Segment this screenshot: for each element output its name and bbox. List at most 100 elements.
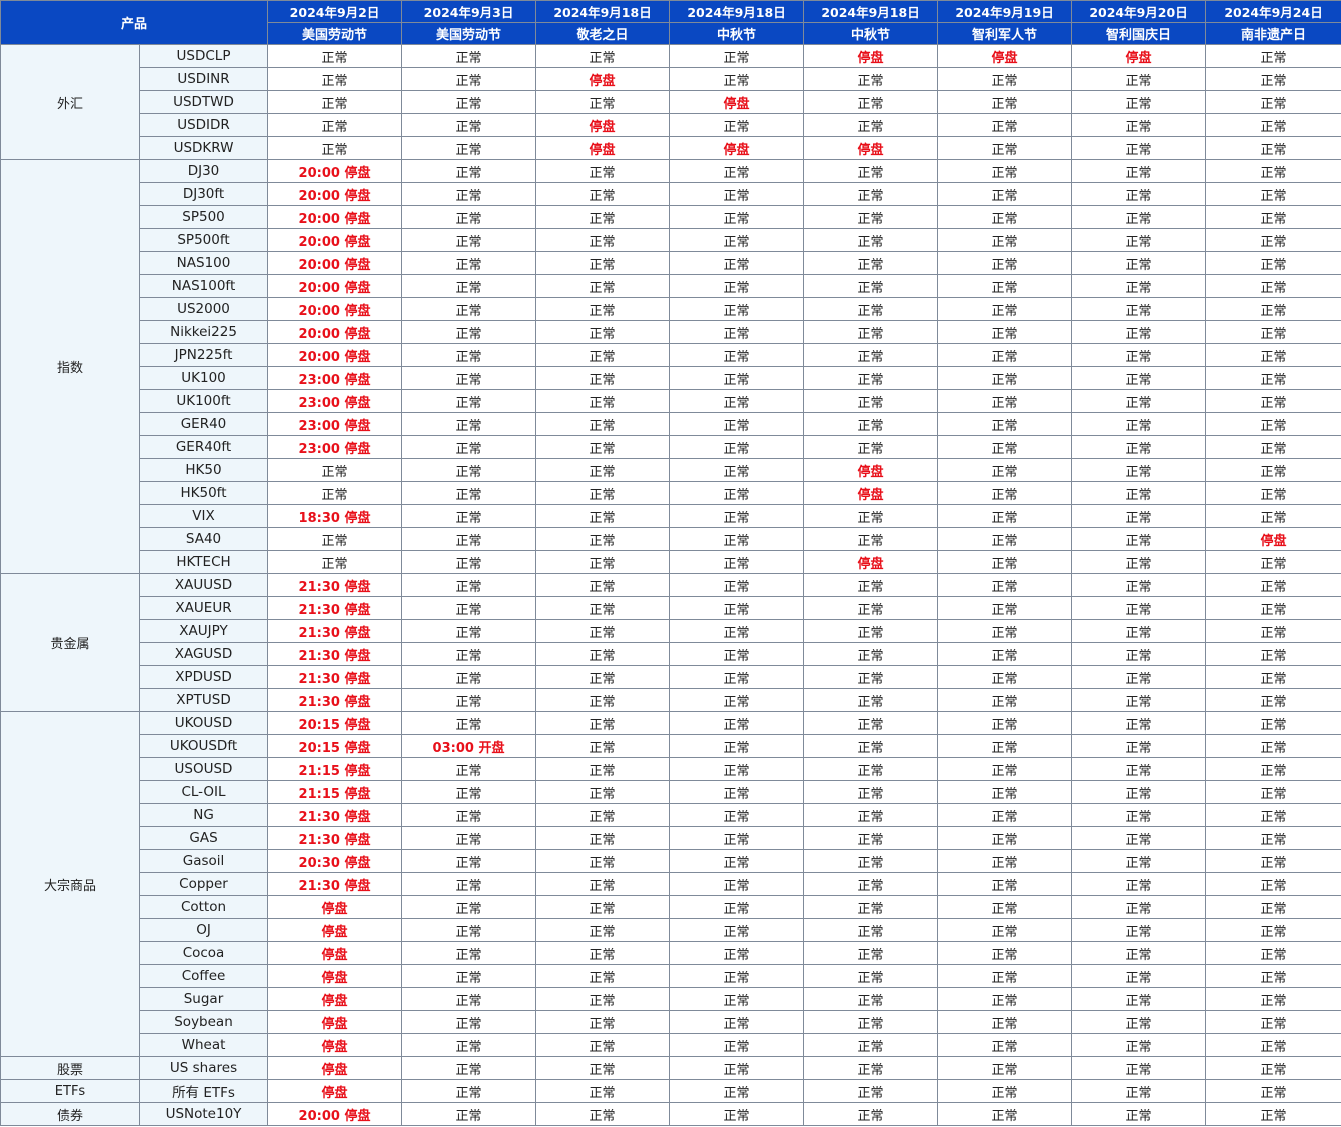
status-cell: 正常: [669, 44, 805, 68]
status-cell: 停盘: [535, 113, 671, 137]
product-cell: GAS: [138, 826, 269, 850]
status-cell: 停盘: [267, 918, 403, 942]
status-cell: 正常: [1205, 734, 1341, 758]
status-cell: 正常: [1071, 274, 1207, 298]
status-cell: 正常: [401, 527, 537, 551]
status-cell: 正常: [1071, 182, 1207, 206]
category-cell: 贵金属: [0, 573, 140, 712]
status-cell: 正常: [803, 918, 939, 942]
status-cell: 正常: [669, 389, 805, 413]
status-cell: 正常: [267, 44, 403, 68]
status-cell: 正常: [669, 1033, 805, 1057]
table-row: US2000 20:00 停盘 正常 正常 正常 正常 正常 正常 正常: [1, 297, 1341, 321]
status-cell: 正常: [803, 573, 939, 597]
status-cell: 正常: [937, 711, 1073, 735]
holiday-header: 中秋节: [803, 22, 939, 45]
holiday-trading-schedule-table: 产品 2024年9月2日 2024年9月3日 2024年9月18日 2024年9…: [0, 0, 1341, 1126]
status-cell: 正常: [401, 320, 537, 344]
status-cell: 正常: [669, 251, 805, 275]
table-row: Gasoil 20:30 停盘 正常 正常 正常 正常 正常 正常 正常: [1, 849, 1341, 873]
status-cell: 停盘: [267, 1033, 403, 1057]
status-cell: 正常: [1071, 205, 1207, 229]
status-cell: 正常: [535, 573, 671, 597]
status-cell: 正常: [267, 481, 403, 505]
status-cell: 停盘: [267, 1079, 403, 1103]
status-cell: 正常: [803, 320, 939, 344]
status-cell: 正常: [803, 1102, 939, 1126]
status-cell: 正常: [669, 642, 805, 666]
status-cell: 正常: [1205, 918, 1341, 942]
status-cell: 正常: [1205, 136, 1341, 160]
status-cell: 正常: [1071, 90, 1207, 114]
status-cell: 正常: [1205, 573, 1341, 597]
product-cell: USDIDR: [138, 113, 269, 137]
table-row: HKTECH 正常 正常 正常 正常 停盘 正常 正常 正常: [1, 550, 1341, 574]
status-cell: 20:00 停盘: [267, 159, 403, 183]
status-cell: 正常: [401, 619, 537, 643]
status-cell: 正常: [937, 389, 1073, 413]
status-cell: 正常: [535, 964, 671, 988]
status-cell: 正常: [267, 527, 403, 551]
status-cell: 正常: [1205, 619, 1341, 643]
status-cell: 正常: [1205, 550, 1341, 574]
status-cell: 正常: [1071, 343, 1207, 367]
status-cell: 正常: [401, 872, 537, 896]
product-cell: XPTUSD: [138, 688, 269, 712]
status-cell: 正常: [1071, 366, 1207, 390]
status-cell: 正常: [1071, 918, 1207, 942]
product-cell: XAUUSD: [138, 573, 269, 597]
status-cell: 正常: [803, 1033, 939, 1057]
status-cell: 正常: [669, 780, 805, 804]
status-cell: 正常: [937, 182, 1073, 206]
status-cell: 正常: [1071, 619, 1207, 643]
status-cell: 正常: [535, 711, 671, 735]
table-row: Wheat 停盘 正常 正常 正常 正常 正常 正常 正常: [1, 1033, 1341, 1057]
product-cell: NG: [138, 803, 269, 827]
product-cell: UK100ft: [138, 389, 269, 413]
table-row: CL-OIL 21:15 停盘 正常 正常 正常 正常 正常 正常 正常: [1, 780, 1341, 804]
status-cell: 正常: [1205, 274, 1341, 298]
status-cell: 正常: [1071, 481, 1207, 505]
product-cell: Soybean: [138, 1010, 269, 1034]
status-cell: 停盘: [803, 458, 939, 482]
status-cell: 正常: [401, 44, 537, 68]
status-cell: 正常: [401, 251, 537, 275]
status-cell: 正常: [401, 550, 537, 574]
status-cell: 正常: [669, 849, 805, 873]
status-cell: 正常: [669, 182, 805, 206]
status-cell: 正常: [401, 895, 537, 919]
status-cell: 正常: [535, 159, 671, 183]
status-cell: 停盘: [535, 67, 671, 91]
status-cell: 正常: [937, 297, 1073, 321]
product-cell: SP500: [138, 205, 269, 229]
status-cell: 正常: [1071, 412, 1207, 436]
status-cell: 正常: [803, 642, 939, 666]
status-cell: 正常: [1205, 205, 1341, 229]
status-cell: 正常: [1071, 527, 1207, 551]
status-cell: 03:00 开盘: [401, 734, 537, 758]
status-cell: 正常: [1071, 711, 1207, 735]
status-cell: 正常: [937, 849, 1073, 873]
status-cell: 正常: [535, 504, 671, 528]
date-header: 2024年9月3日: [401, 0, 537, 23]
status-cell: 正常: [803, 734, 939, 758]
table-row: GER40ft 23:00 停盘 正常 正常 正常 正常 正常 正常 正常: [1, 435, 1341, 459]
status-cell: 正常: [937, 688, 1073, 712]
status-cell: 正常: [1205, 711, 1341, 735]
status-cell: 正常: [535, 803, 671, 827]
status-cell: 正常: [535, 343, 671, 367]
status-cell: 21:30 停盘: [267, 619, 403, 643]
status-cell: 正常: [1205, 964, 1341, 988]
status-cell: 正常: [937, 987, 1073, 1011]
table-row: 大宗商品 UKOUSD 20:15 停盘 正常 正常 正常 正常 正常 正常 正常: [0, 711, 1341, 1057]
status-cell: 正常: [267, 67, 403, 91]
product-cell: USOUSD: [138, 757, 269, 781]
status-cell: 23:00 停盘: [267, 389, 403, 413]
status-cell: 正常: [1071, 987, 1207, 1011]
product-cell: GER40ft: [138, 435, 269, 459]
product-cell: UKOUSDft: [138, 734, 269, 758]
status-cell: 正常: [401, 159, 537, 183]
status-cell: 正常: [1071, 389, 1207, 413]
status-cell: 正常: [669, 734, 805, 758]
status-cell: 停盘: [267, 987, 403, 1011]
